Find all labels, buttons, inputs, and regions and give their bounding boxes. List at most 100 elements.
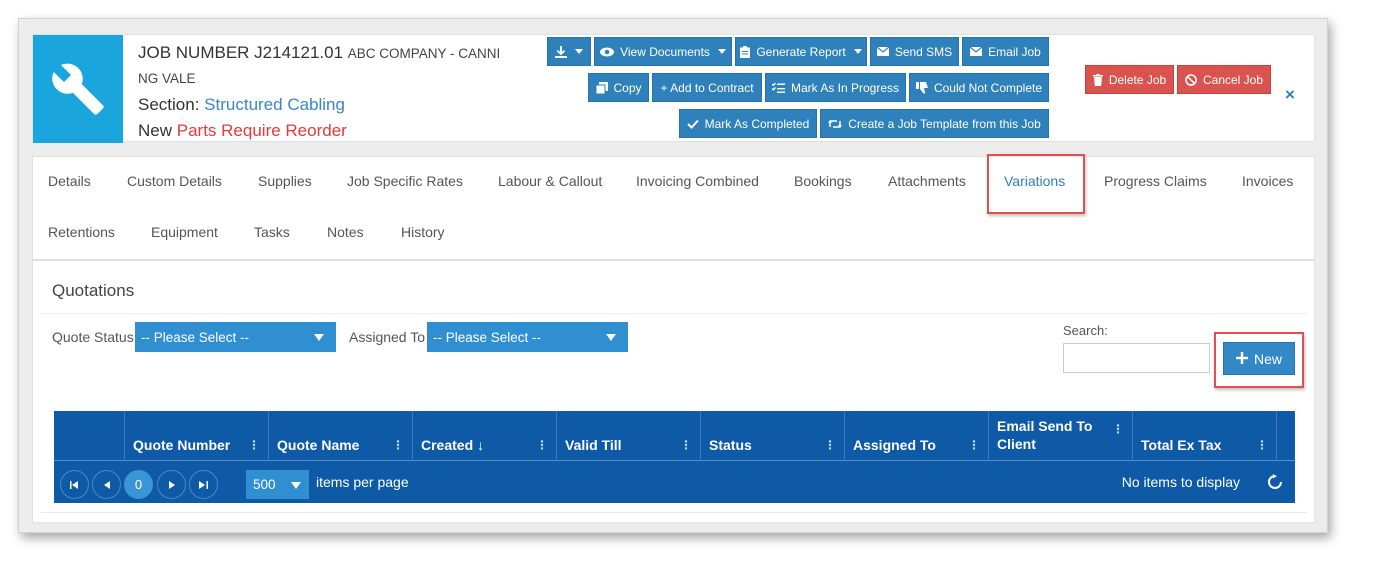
grid-col-quote-name[interactable]: Quote Name ⋮	[269, 411, 413, 461]
copy-label: Copy	[613, 80, 642, 95]
cancel-job-button[interactable]: Cancel Job	[1177, 65, 1271, 94]
quote-status-select[interactable]: -- Please Select --	[135, 322, 336, 352]
grid-col-assigned-to[interactable]: Assigned To ⋮	[845, 411, 989, 461]
add-to-contract-button[interactable]: + Add to Contract	[652, 73, 762, 102]
job-number: JOB NUMBER J214121.01	[138, 43, 344, 62]
tab-labour-callout[interactable]: Labour & Callout	[498, 173, 602, 189]
could-not-complete-button[interactable]: Could Not Complete	[909, 73, 1049, 102]
grid-col-valid-till[interactable]: Valid Till ⋮	[557, 411, 701, 461]
create-template-label: Create a Job Template from this Job	[848, 116, 1041, 131]
quotations-title: Quotations	[52, 281, 135, 300]
generate-report-label: Generate Report	[756, 44, 846, 59]
create-template-button[interactable]: Create a Job Template from this Job	[820, 109, 1049, 138]
column-menu-icon[interactable]: ⋮	[536, 438, 548, 452]
tab-equipment[interactable]: Equipment	[151, 224, 218, 240]
search-label: Search:	[1063, 323, 1108, 338]
cancel-job-label: Cancel Job	[1202, 72, 1264, 87]
tab-custom-details[interactable]: Custom Details	[127, 173, 222, 189]
assigned-to-value: -- Please Select --	[433, 329, 542, 345]
delete-job-button[interactable]: Delete Job	[1085, 65, 1174, 94]
copy-button[interactable]: Copy	[588, 73, 649, 102]
new-button-highlight	[1214, 332, 1304, 388]
generate-report-button[interactable]: Generate Report	[735, 37, 867, 66]
grid-col-quote-number[interactable]: Quote Number ⋮	[125, 411, 269, 461]
tab-attachments[interactable]: Attachments	[888, 173, 966, 189]
job-company: ABC COMPANY - CANNI	[347, 46, 501, 61]
col-label: Total Ex Tax	[1141, 437, 1222, 453]
job-tabs: Details Custom Details Supplies Job Spec…	[32, 154, 1315, 260]
caret-down-icon	[291, 482, 301, 489]
column-menu-icon[interactable]: ⋮	[1112, 422, 1124, 436]
column-menu-icon[interactable]: ⋮	[968, 438, 980, 452]
column-menu-icon[interactable]: ⋮	[248, 438, 260, 452]
column-menu-icon[interactable]: ⋮	[1256, 438, 1268, 452]
tab-notes[interactable]: Notes	[327, 224, 364, 240]
tab-tasks[interactable]: Tasks	[254, 224, 290, 240]
tab-details[interactable]: Details	[48, 173, 91, 189]
grid-col-total-ex-tax[interactable]: Total Ex Tax ⋮	[1133, 411, 1277, 461]
tab-invoices[interactable]: Invoices	[1242, 173, 1293, 189]
caret-down-icon	[314, 334, 324, 341]
last-page-icon	[199, 480, 208, 489]
tab-invoicing-combined[interactable]: Invoicing Combined	[636, 173, 759, 189]
job-company-wrap: NG VALE	[138, 71, 196, 86]
mark-completed-button[interactable]: Mark As Completed	[679, 109, 817, 138]
tab-job-specific-rates[interactable]: Job Specific Rates	[347, 173, 463, 189]
col-label: Created	[421, 437, 474, 453]
thumbs-down-icon	[915, 81, 928, 94]
prev-page-button[interactable]	[92, 470, 121, 499]
first-page-button[interactable]	[60, 470, 89, 499]
column-menu-icon[interactable]: ⋮	[392, 438, 404, 452]
status-link[interactable]: Parts Require Reorder	[177, 121, 347, 140]
send-sms-label: Send SMS	[894, 44, 953, 59]
quote-status-value: -- Please Select --	[141, 329, 250, 345]
email-job-button[interactable]: Email Job	[962, 37, 1049, 66]
trash-icon	[1092, 73, 1103, 86]
eye-icon	[600, 47, 615, 57]
grid-col-email-send-to-client[interactable]: Email Send To Client ⋮	[989, 411, 1133, 461]
grid-col-status[interactable]: Status ⋮	[701, 411, 845, 461]
column-menu-icon[interactable]: ⋮	[680, 438, 692, 452]
tab-history[interactable]: History	[401, 224, 445, 240]
grid-col-select	[54, 411, 125, 461]
send-sms-button[interactable]: Send SMS	[870, 37, 959, 66]
items-per-page-label: items per page	[316, 474, 409, 490]
check-icon	[686, 119, 699, 129]
view-documents-button[interactable]: View Documents	[594, 37, 732, 66]
section-link[interactable]: Structured Cabling	[204, 95, 345, 114]
assigned-to-select[interactable]: -- Please Select --	[427, 322, 628, 352]
search-input[interactable]	[1063, 343, 1210, 373]
list-check-icon	[771, 82, 785, 93]
col-label: Quote Number	[133, 437, 231, 453]
job-status: New Parts Require Reorder	[138, 118, 518, 144]
tab-supplies[interactable]: Supplies	[258, 173, 312, 189]
next-page-button[interactable]	[157, 470, 186, 499]
mark-in-progress-button[interactable]: Mark As In Progress	[765, 73, 906, 102]
tab-retentions[interactable]: Retentions	[48, 224, 115, 240]
column-menu-icon[interactable]: ⋮	[824, 438, 836, 452]
add-to-contract-label: + Add to Contract	[660, 80, 754, 95]
retweet-icon	[828, 119, 843, 129]
job-info: JOB NUMBER J214121.01 ABC COMPANY - CANN…	[138, 41, 518, 144]
last-page-button[interactable]	[189, 470, 218, 499]
col-label: Quote Name	[277, 437, 360, 453]
current-page-button[interactable]: 0	[124, 470, 153, 499]
close-icon[interactable]: ×	[1285, 85, 1295, 105]
col-label: Email Send To Client	[997, 418, 1093, 452]
tab-progress-claims[interactable]: Progress Claims	[1104, 173, 1207, 189]
caret-down-icon	[853, 49, 862, 54]
grid-col-created[interactable]: Created ↓ ⋮	[413, 411, 557, 461]
refresh-icon[interactable]	[1267, 474, 1283, 495]
tab-bookings[interactable]: Bookings	[794, 173, 852, 189]
col-label: Status	[709, 437, 752, 453]
mark-in-progress-label: Mark As In Progress	[790, 80, 900, 95]
quotations-grid: Quote Number ⋮ Quote Name ⋮ Created ↓ ⋮ …	[54, 411, 1295, 503]
caret-down-icon	[575, 49, 583, 54]
variations-tab-highlight	[987, 154, 1085, 214]
wrench-icon	[33, 35, 123, 143]
quotations-panel: Quotations Quote Status -- Please Select…	[32, 260, 1315, 523]
envelope-icon	[876, 47, 889, 56]
no-items-message: No items to display	[1121, 474, 1240, 490]
download-button[interactable]	[547, 37, 591, 66]
page-size-select[interactable]: 500	[246, 470, 309, 499]
